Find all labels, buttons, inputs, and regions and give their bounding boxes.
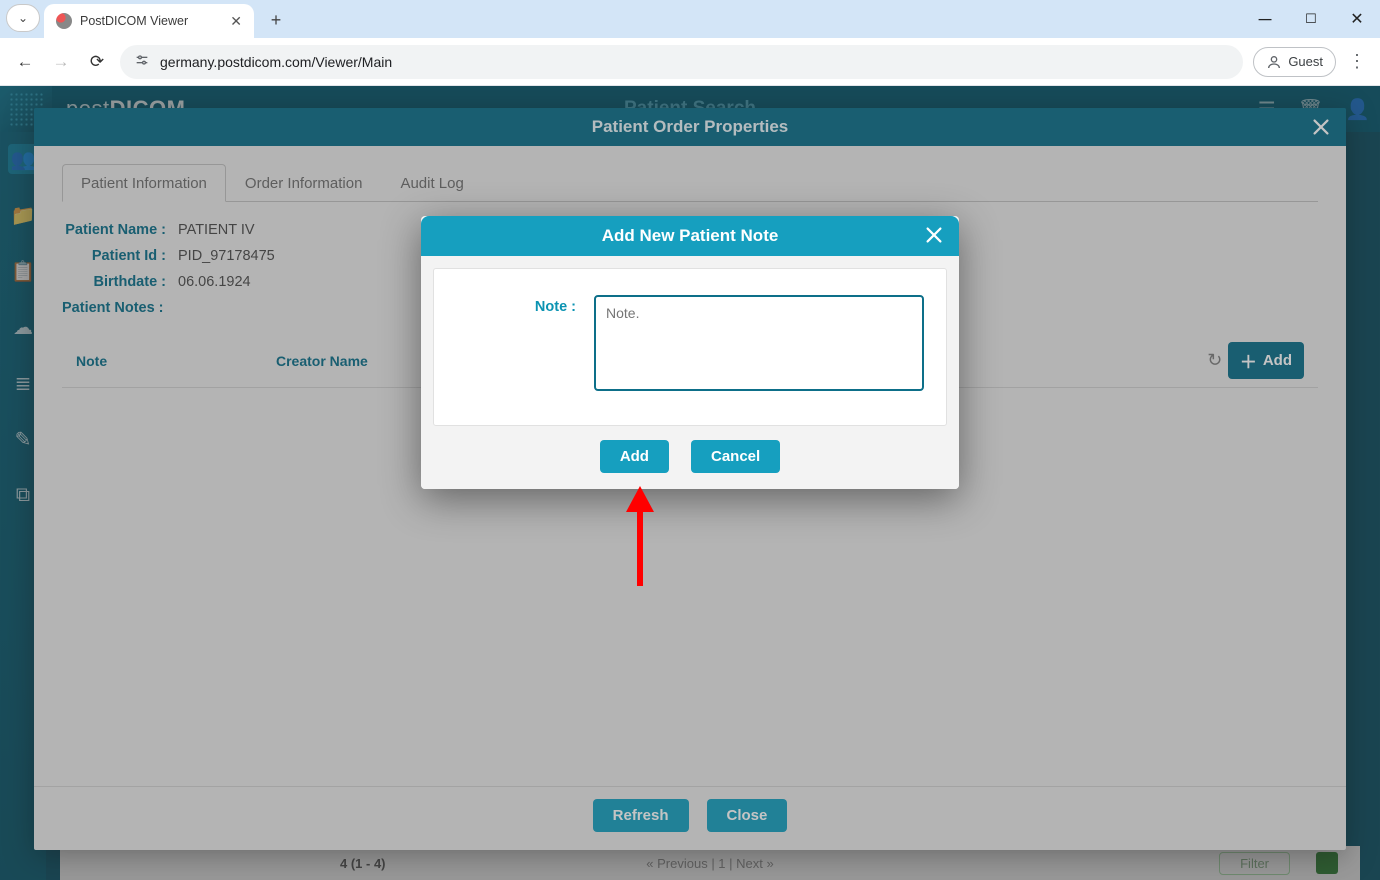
tab-close-icon[interactable]: ✕ [230, 13, 242, 30]
app-viewport: postDICOM Patient Search ☰ 🗑 👤 👥 📁 📋 ☁ ≣… [0, 86, 1380, 880]
nav-back-icon[interactable]: ← [12, 52, 38, 72]
note-add-button[interactable]: Add [600, 440, 669, 473]
note-cancel-button[interactable]: Cancel [691, 440, 780, 473]
note-dialog-title: Add New Patient Note [602, 226, 779, 246]
window-controls: ─ ☐ ✕ [1242, 0, 1380, 38]
note-dialog-close-button[interactable] [923, 224, 945, 252]
tab-list-button[interactable]: ⌄ [6, 4, 40, 32]
profile-guest-button[interactable]: Guest [1253, 47, 1336, 77]
note-field-label: Note : [456, 295, 576, 391]
add-patient-note-dialog: Add New Patient Note Note : Add Cancel [421, 216, 959, 489]
nav-forward-icon[interactable]: → [48, 52, 74, 72]
guest-label: Guest [1288, 54, 1323, 69]
note-textarea[interactable] [594, 295, 924, 391]
note-dialog-body: Note : [433, 268, 947, 426]
note-dialog-footer: Add Cancel [421, 426, 959, 489]
window-close-button[interactable]: ✕ [1334, 0, 1380, 38]
new-tab-button[interactable]: + [262, 6, 290, 34]
site-settings-icon[interactable] [134, 52, 150, 71]
favicon-icon [56, 13, 72, 29]
browser-menu-icon[interactable]: ⋮ [1346, 51, 1368, 72]
address-bar[interactable]: germany.postdicom.com/Viewer/Main [120, 45, 1243, 79]
tab-title: PostDICOM Viewer [80, 14, 222, 28]
browser-toolbar: ← → ⟳ germany.postdicom.com/Viewer/Main … [0, 38, 1380, 86]
url-text: germany.postdicom.com/Viewer/Main [160, 54, 392, 70]
window-minimize-button[interactable]: ─ [1242, 0, 1288, 38]
nav-reload-icon[interactable]: ⟳ [84, 52, 110, 72]
browser-titlebar: ⌄ PostDICOM Viewer ✕ + ─ ☐ ✕ [0, 0, 1380, 38]
note-dialog-header: Add New Patient Note [421, 216, 959, 256]
browser-tab[interactable]: PostDICOM Viewer ✕ [44, 4, 254, 38]
window-maximize-button[interactable]: ☐ [1288, 0, 1334, 38]
